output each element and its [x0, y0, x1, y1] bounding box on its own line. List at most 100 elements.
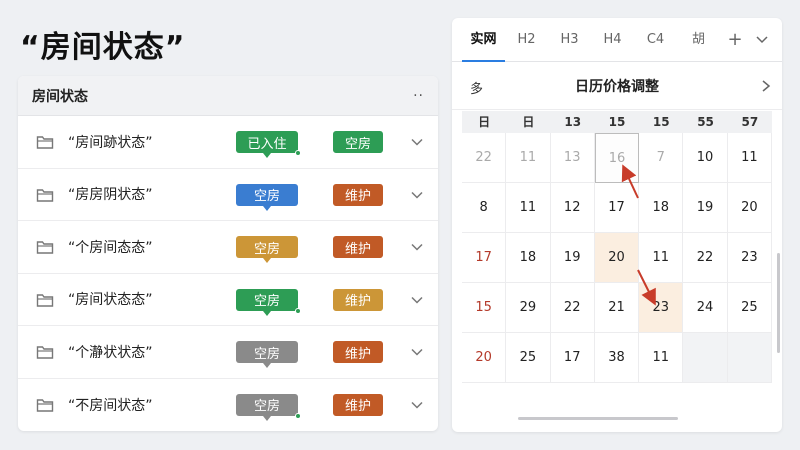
status-badge[interactable]: 空房	[236, 341, 298, 368]
status-badge-label: 空房	[253, 399, 280, 414]
calendar-day-cell[interactable]: 21	[594, 283, 640, 333]
calendar-day-cell[interactable]: 20	[727, 183, 772, 233]
calendar-day-cell[interactable]: 22	[462, 133, 507, 183]
room-row[interactable]: “不房间状态” 空房 维护	[18, 379, 438, 432]
badge-tail	[263, 205, 271, 211]
calendar-day-cell[interactable]: 17	[550, 333, 595, 383]
tab[interactable]: C4	[634, 18, 677, 62]
chevron-right-icon[interactable]	[760, 78, 772, 92]
room-row[interactable]: “个房间态态” 空房 维护	[18, 221, 438, 274]
folder-icon	[36, 239, 54, 255]
room-row[interactable]: “房间跡状态” 已入住 空房	[18, 116, 438, 169]
status-badge-label: 维护	[344, 294, 371, 309]
calendar-day-cell[interactable]: 7	[639, 133, 684, 183]
badge-dot-icon	[295, 307, 301, 314]
tab-list: 实网 H2 H3 H4 C4 胡	[462, 18, 720, 62]
tabs-dropdown-icon[interactable]	[750, 18, 774, 62]
calendar-day-cell[interactable]: 38	[594, 333, 640, 383]
calendar-day-cell[interactable]: 11	[639, 333, 684, 383]
status-badge-label: 维护	[344, 189, 371, 204]
calendar-day-cell[interactable]: 23	[639, 283, 684, 333]
weekday-label: 日	[522, 115, 535, 129]
folder-icon	[36, 187, 54, 203]
calendar-day-cell[interactable]: 23	[727, 233, 772, 283]
calendar-day-cell[interactable]: 20	[594, 233, 640, 283]
badge-tail	[263, 310, 271, 316]
calendar-day-cell[interactable]: 19	[550, 233, 595, 283]
chevron-down-icon[interactable]	[410, 134, 424, 148]
vertical-scrollbar[interactable]	[777, 253, 780, 353]
status-badge-label: 维护	[344, 241, 371, 257]
badge-tail	[263, 258, 271, 263]
tab[interactable]: 胡	[677, 18, 720, 62]
calendar-grid: 22 11 13 16 7 10 11 8 11 12 17 18 19 20 17 18 19 20 11 22 23…	[462, 133, 772, 408]
more-options-icon[interactable]: ··	[413, 88, 424, 104]
status-badge-label: 已入住	[247, 136, 287, 152]
tab[interactable]: H4	[591, 18, 634, 62]
status-badge[interactable]: 空房	[333, 131, 383, 153]
calendar-day-cell[interactable]: 18	[639, 183, 684, 233]
badge-dot-icon	[295, 150, 301, 156]
status-badge-label: 空房	[253, 241, 280, 257]
room-name: “房房阴状态”	[68, 187, 153, 204]
room-list: “房间跡状态” 已入住 空房 “房房阴状态” 空房 维护 “个房间态态” 空房 …	[18, 116, 438, 431]
folder-icon	[36, 292, 54, 308]
room-name: “个房间态态”	[68, 239, 153, 256]
calendar-day-cell[interactable]: 22	[550, 283, 595, 333]
weekday-label: 55	[697, 115, 714, 129]
add-tab-button[interactable]: +	[720, 29, 750, 50]
weekday-label: 57	[741, 115, 759, 129]
calendar-day-cell[interactable]: 17	[594, 183, 640, 233]
status-badge[interactable]: 空房	[236, 288, 301, 316]
status-badge[interactable]: 空房	[236, 393, 301, 421]
calendar-day-cell[interactable]: 22	[683, 233, 728, 283]
tab[interactable]: 实网	[462, 18, 505, 62]
status-badge[interactable]: 维护	[333, 393, 383, 416]
calendar-day-cell[interactable]: 16	[594, 133, 640, 183]
room-name: “房间跡状态”	[68, 134, 153, 151]
calendar-day-cell[interactable]: 11	[506, 183, 551, 233]
chevron-down-icon[interactable]	[410, 187, 424, 201]
calendar-day-cell[interactable]: 12	[550, 183, 595, 233]
calendar-day-cell[interactable]: 11	[506, 133, 551, 183]
tab[interactable]: H2	[505, 18, 548, 62]
calendar-cell-empty	[683, 333, 728, 383]
room-row[interactable]: “个瀞状状态” 空房 维护	[18, 326, 438, 379]
status-badge[interactable]: 空房	[236, 183, 298, 211]
calendar-cell-empty	[727, 333, 772, 383]
chevron-down-icon[interactable]	[410, 239, 424, 253]
calendar-panel: 实网 H2 H3 H4 C4 胡 + 多 日历价格调整 日日 13 15 15 55 57 22 11…	[452, 18, 782, 432]
folder-icon	[36, 397, 54, 413]
calendar-day-cell[interactable]: 13	[550, 133, 595, 183]
chevron-down-icon[interactable]	[410, 344, 424, 358]
calendar-day-cell[interactable]: 10	[683, 133, 728, 183]
chevron-down-icon[interactable]	[410, 397, 424, 411]
calendar-day-cell[interactable]: 11	[639, 233, 684, 283]
status-badge-label: 维护	[344, 399, 371, 414]
status-badge[interactable]: 空房	[236, 236, 298, 263]
tab[interactable]: H3	[548, 18, 591, 62]
status-badge[interactable]: 已入住	[236, 131, 301, 158]
horizontal-scrollbar[interactable]	[518, 417, 678, 420]
status-badge[interactable]: 维护	[333, 236, 383, 258]
weekday-label: 15	[652, 115, 670, 129]
status-badge[interactable]: 维护	[333, 288, 383, 311]
status-badge[interactable]: 维护	[333, 183, 383, 206]
chevron-down-icon[interactable]	[410, 292, 424, 306]
calendar-day-cell[interactable]: 8	[462, 183, 507, 233]
calendar-day-cell[interactable]: 11	[727, 133, 772, 183]
room-row[interactable]: “房房阴状态” 空房 维护	[18, 169, 438, 221]
folder-icon	[36, 134, 54, 150]
status-badge[interactable]: 维护	[333, 341, 383, 363]
calendar-day-cell[interactable]: 25	[506, 333, 551, 383]
calendar-day-cell[interactable]: 17	[462, 233, 507, 283]
calendar-day-cell[interactable]: 24	[683, 283, 728, 333]
calendar-day-cell[interactable]: 18	[506, 233, 551, 283]
calendar-day-cell[interactable]: 19	[683, 183, 728, 233]
calendar-day-cell[interactable]: 25	[727, 283, 772, 333]
calendar-day-cell[interactable]: 29	[506, 283, 551, 333]
calendar-day-cell[interactable]: 15	[462, 283, 507, 333]
calendar-day-cell[interactable]: 20	[462, 333, 507, 383]
badge-tail	[263, 363, 271, 368]
room-row[interactable]: “房间状态态” 空房 维护	[18, 274, 438, 326]
